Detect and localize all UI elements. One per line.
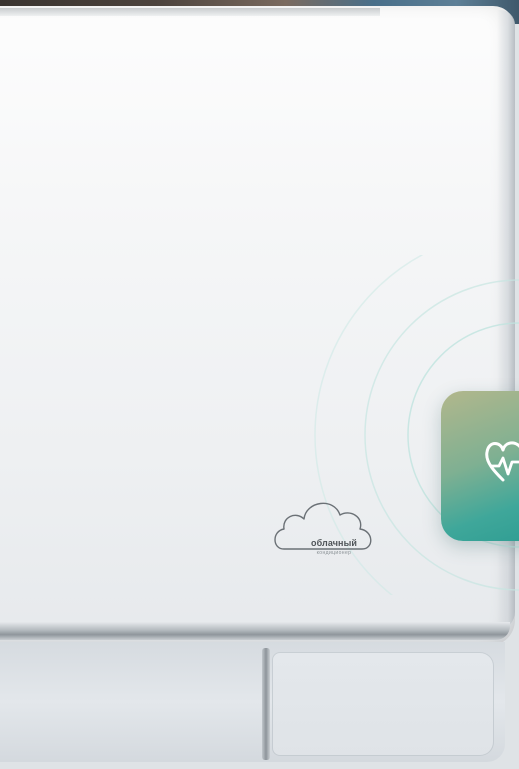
cloud-sublabel: кондиционер — [316, 550, 352, 556]
heart-pulse-icon — [485, 441, 519, 482]
panel-bottom-seam — [0, 622, 510, 640]
panel-top-edge — [0, 8, 380, 16]
louver-right-flap — [272, 652, 494, 756]
louver-divider — [262, 648, 270, 760]
cloud-label: облачный — [310, 538, 357, 548]
air-conditioner-photo: облачный кондиционер — [0, 0, 519, 769]
